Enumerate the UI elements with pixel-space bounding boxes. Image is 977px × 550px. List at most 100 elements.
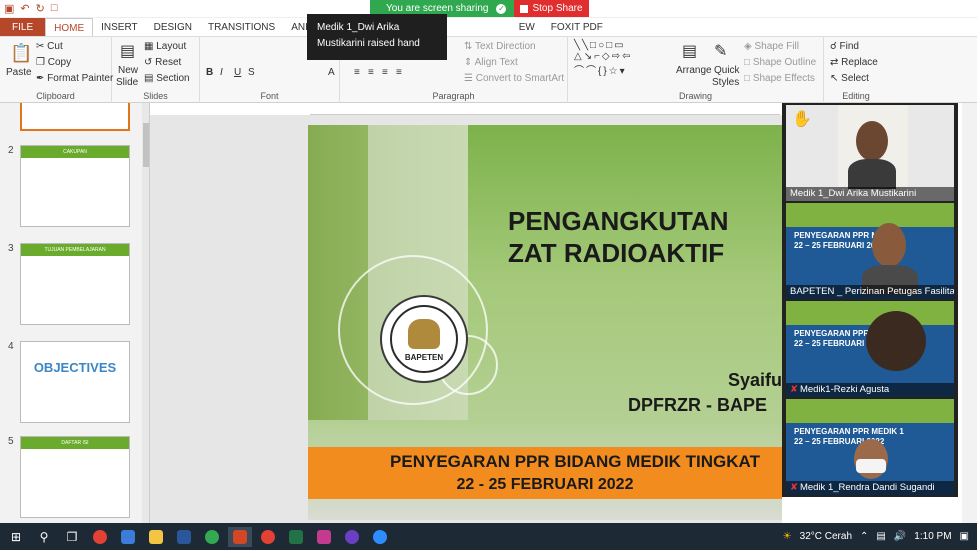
- justify-icon[interactable]: ≡: [396, 67, 402, 78]
- paste-icon[interactable]: 📋: [10, 43, 32, 64]
- word-icon[interactable]: [172, 527, 196, 547]
- paste-button[interactable]: Paste: [6, 67, 32, 78]
- excel-icon[interactable]: [284, 527, 308, 547]
- powerpoint-icon[interactable]: [228, 526, 252, 547]
- chrome-icon[interactable]: [88, 527, 112, 547]
- editing-group-label: Editing: [842, 91, 870, 101]
- windows-start-icon[interactable]: ⊞: [4, 527, 28, 547]
- slides-group: ▤ New Slide ▦ Layout ↺ Reset ▤ Section S…: [112, 37, 200, 103]
- zoom-icon[interactable]: [368, 527, 392, 547]
- shape-outline-button[interactable]: □ Shape Outline: [744, 57, 816, 68]
- pen-icon: □: [744, 57, 753, 68]
- find-button[interactable]: ☌ Find: [830, 41, 859, 52]
- search-icon[interactable]: ⚲: [32, 527, 56, 547]
- text-direction-button[interactable]: ⇅ Text Direction: [464, 41, 536, 52]
- italic-button[interactable]: I: [220, 67, 223, 78]
- slide-author: Syaifu: [728, 370, 782, 390]
- layout-button[interactable]: ▦ Layout: [144, 41, 186, 52]
- font-color-button[interactable]: A: [328, 67, 335, 78]
- undo-icon[interactable]: ↶: [20, 2, 29, 15]
- start-slideshow-icon[interactable]: □: [51, 2, 58, 15]
- convert-smartart-button[interactable]: ☰ Convert to SmartArt: [464, 73, 564, 84]
- weather-text[interactable]: 32°C Cerah: [800, 531, 852, 542]
- quick-styles-button[interactable]: Quick: [714, 65, 740, 76]
- redo-icon[interactable]: ↻: [36, 2, 45, 15]
- chrome-icon-2[interactable]: [256, 527, 280, 547]
- tab-view[interactable]: EW: [511, 18, 543, 36]
- align-right-icon[interactable]: ≡: [382, 67, 388, 78]
- participant-tile[interactable]: PENYEGARAN PPR M 22 – 25 FEBRUARI 20 BAPE…: [786, 203, 954, 299]
- replace-button[interactable]: ⇄ Replace: [830, 57, 878, 68]
- bold-button[interactable]: B: [206, 67, 213, 78]
- new-slide-icon[interactable]: ▤: [120, 41, 135, 61]
- slide-thumbnail-5[interactable]: DAFTAR ISI: [20, 436, 130, 518]
- store-icon[interactable]: [116, 527, 140, 547]
- app-icon-2[interactable]: [340, 527, 364, 547]
- tab-home[interactable]: HOME: [45, 18, 94, 36]
- slide-thumbnail-4[interactable]: OBJECTIVES: [20, 341, 130, 423]
- slide-thumbnail-3[interactable]: TUJUAN PEMBELAJARAN: [20, 243, 130, 325]
- paragraph-group-label: Paragraph: [432, 91, 475, 101]
- tab-foxit-pdf[interactable]: FOXIT PDF: [543, 18, 611, 36]
- clock-time[interactable]: 1:10 PM: [914, 531, 951, 542]
- current-slide[interactable]: PENGANGKUTAN ZAT RADIOAKTIF BAPETEN Syai…: [308, 125, 782, 520]
- network-icon[interactable]: ▤: [876, 531, 885, 542]
- new-slide-button[interactable]: New: [118, 65, 138, 76]
- shape-effects-button[interactable]: □ Shape Effects: [744, 73, 815, 84]
- weather-icon[interactable]: ☀: [783, 531, 792, 542]
- slide-thumbnail-pane: 2 CAKUPAN 3 TUJUAN PEMBELAJARAN 4 OBJECT…: [0, 103, 150, 523]
- participant-tile[interactable]: ✋ Medik 1_Dwi Arika Mustikarini: [786, 105, 954, 201]
- format-painter-button[interactable]: ✒ Format Painter: [36, 73, 113, 84]
- clipboard-group: 📋 Paste ✂ Cut ❐ Copy ✒ Format Painter Cl…: [0, 37, 113, 103]
- scroll-thumb[interactable]: [143, 123, 149, 167]
- cut-button[interactable]: ✂ Cut: [36, 41, 63, 52]
- section-icon: ▤: [144, 73, 157, 84]
- save-icon[interactable]: ▣: [4, 2, 14, 15]
- new-slide-button-line2[interactable]: Slide: [116, 77, 138, 88]
- participant-tile[interactable]: PENYEGARAN PPR MEDIK 1 22 – 25 FEBRUARI 2…: [786, 399, 954, 495]
- slide-number: 3: [8, 243, 14, 254]
- app-icon[interactable]: [312, 527, 336, 547]
- strikethrough-button[interactable]: S: [248, 67, 255, 78]
- tab-design[interactable]: DESIGN: [146, 18, 200, 36]
- file-explorer-icon[interactable]: [144, 527, 168, 547]
- slide-title-line2: ZAT RADIOAKTIF: [508, 238, 725, 268]
- chevron-up-icon[interactable]: ⌃: [860, 531, 868, 542]
- tab-transitions[interactable]: TRANSITIONS: [200, 18, 283, 36]
- slide-thumbnail-2[interactable]: CAKUPAN: [20, 145, 130, 227]
- stop-share-button[interactable]: Stop Share: [514, 0, 589, 17]
- quick-styles-icon[interactable]: ✎: [714, 41, 727, 61]
- arrange-icon[interactable]: ▤: [682, 41, 697, 61]
- clipboard-group-label: Clipboard: [36, 91, 75, 101]
- browser-icon[interactable]: [200, 527, 224, 547]
- align-text-icon: ⇕: [464, 57, 475, 68]
- copy-button[interactable]: ❐ Copy: [36, 57, 71, 68]
- shape-fill-button[interactable]: ◈ Shape Fill: [744, 41, 799, 52]
- word-app-glyph: [177, 529, 191, 544]
- bg-text-line1: PENYEGARAN PPR MEDIK 1: [794, 427, 904, 436]
- section-button[interactable]: ▤ Section: [144, 73, 190, 84]
- select-label: Select: [841, 73, 869, 84]
- underline-button[interactable]: U: [234, 67, 241, 78]
- paint-bucket-icon: ◈: [744, 41, 755, 52]
- volume-icon[interactable]: 🔊: [894, 531, 906, 542]
- align-left-icon[interactable]: ≡: [354, 67, 360, 78]
- arrange-button[interactable]: Arrange: [676, 65, 712, 76]
- task-view-icon[interactable]: ❐: [60, 527, 84, 547]
- thumbnail-scrollbar[interactable]: [142, 103, 149, 523]
- notification-icon[interactable]: ▣: [960, 531, 969, 542]
- tab-insert[interactable]: INSERT: [93, 18, 146, 36]
- shapes-gallery[interactable]: ╲╲□○□▭ △↘⌐◇⇨⇦ ⌒⌒{}☆▾: [574, 40, 632, 77]
- right-scrollbar[interactable]: [962, 103, 977, 523]
- slide-event-banner: PENYEGARAN PPR BIDANG MEDIK TINGKAT 22 -…: [308, 447, 782, 499]
- slide-thumbnail-1[interactable]: [20, 103, 130, 131]
- select-button[interactable]: ↖ Select: [830, 73, 869, 84]
- reset-button[interactable]: ↺ Reset: [144, 57, 181, 68]
- participant-body: [848, 159, 896, 189]
- quick-styles-button-line2[interactable]: Styles: [712, 77, 739, 88]
- participant-tile[interactable]: PENYEGARAN PPR MEDIK 22 – 25 FEBRUARI 202…: [786, 301, 954, 397]
- zoom-app-glyph: [373, 529, 387, 544]
- align-center-icon[interactable]: ≡: [368, 67, 374, 78]
- align-text-button[interactable]: ⇕ Align Text: [464, 57, 518, 68]
- tab-file[interactable]: FILE: [0, 18, 46, 36]
